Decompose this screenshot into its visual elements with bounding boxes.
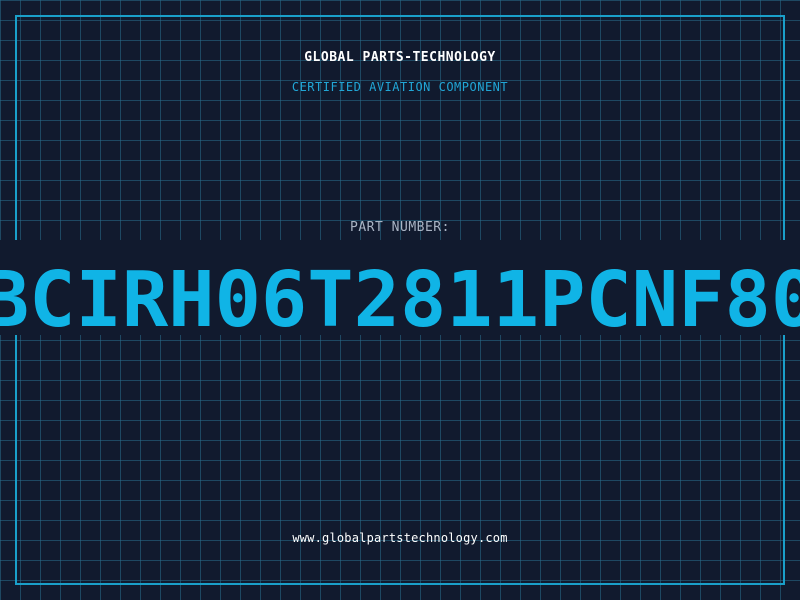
part-number-label: PART NUMBER: bbox=[350, 220, 450, 235]
website-url: www.globalpartstechnology.com bbox=[292, 531, 508, 545]
company-name: GLOBAL PARTS-TECHNOLOGY bbox=[304, 50, 496, 65]
part-number-value: BCIRH06T2811PCNF80 bbox=[0, 256, 800, 335]
certification-tagline: CERTIFIED AVIATION COMPONENT bbox=[291, 80, 509, 94]
part-number-band: BCIRH06T2811PCNF80 bbox=[0, 240, 800, 335]
